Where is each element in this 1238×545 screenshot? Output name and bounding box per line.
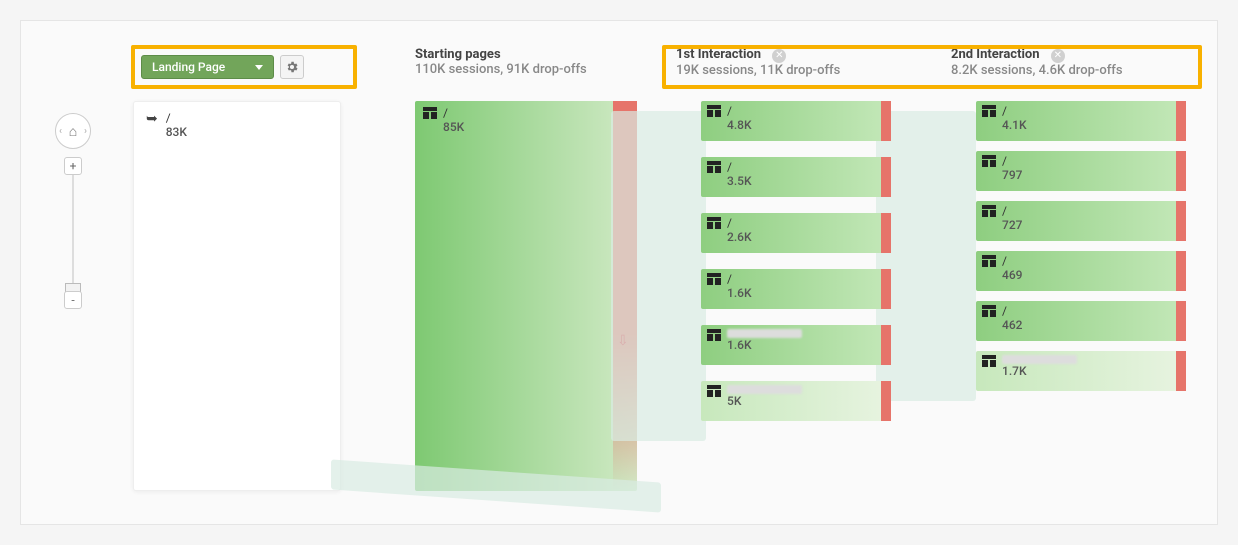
- starting-node[interactable]: / 85K ⇩: [415, 101, 637, 491]
- page-icon: [982, 205, 996, 217]
- page-icon: [707, 329, 721, 341]
- page-icon: [707, 105, 721, 117]
- dropoff-bar: [1176, 351, 1186, 391]
- flow-node[interactable]: /3.5K: [701, 157, 891, 197]
- page-icon: [423, 107, 437, 119]
- flow-node[interactable]: /4.1K: [976, 101, 1186, 141]
- home-icon: ⌂: [69, 123, 77, 140]
- flow-node[interactable]: /1.6K: [701, 269, 891, 309]
- through-traffic-icon: ➥: [146, 112, 158, 126]
- flow-node[interactable]: /797: [976, 151, 1186, 191]
- page-icon: [982, 255, 996, 267]
- flow-node[interactable]: 1.7K: [976, 351, 1186, 391]
- behavior-flow-viz[interactable]: Landing Page Starting pages 110K session…: [20, 20, 1218, 525]
- home-pan-button[interactable]: ‹ ⌂ ›: [55, 113, 91, 149]
- flow-node[interactable]: 5K: [701, 381, 891, 421]
- page-icon: [982, 155, 996, 167]
- dropoff-bar: [881, 381, 891, 421]
- col-header-starting: Starting pages 110K sessions, 91K drop-o…: [415, 47, 587, 77]
- page-icon: [982, 305, 996, 317]
- redacted-label: [1002, 355, 1077, 364]
- dropoff-bar: [881, 213, 891, 253]
- zoom-out-button[interactable]: -: [64, 291, 82, 309]
- remove-stage-button[interactable]: ✕: [772, 49, 786, 63]
- flow-node[interactable]: /2.6K: [701, 213, 891, 253]
- flow-node[interactable]: 1.6K: [701, 325, 891, 365]
- gear-icon: [285, 60, 299, 74]
- zoom-in-button[interactable]: +: [64, 157, 82, 175]
- flow-node[interactable]: /462: [976, 301, 1186, 341]
- dropoff-bar: [1176, 101, 1186, 141]
- page-icon: [707, 385, 721, 397]
- dimension-dropdown[interactable]: Landing Page: [141, 55, 274, 79]
- dropoff-bar: [881, 269, 891, 309]
- remove-stage-button[interactable]: ✕: [1051, 49, 1065, 63]
- chevron-down-icon: [255, 65, 263, 70]
- col-header-first: 1st Interaction ✕ 19K sessions, 11K drop…: [676, 47, 840, 78]
- flow-node[interactable]: /469: [976, 251, 1186, 291]
- col-header-second: 2nd Interaction ✕ 8.2K sessions, 4.6K dr…: [951, 47, 1123, 78]
- dropoff-bar: [1176, 301, 1186, 341]
- dropoff-bar: [1176, 151, 1186, 191]
- page-icon: [707, 217, 721, 229]
- flow-node[interactable]: /727: [976, 201, 1186, 241]
- dropoff-bar: [1176, 251, 1186, 291]
- dropoff-bar: [881, 101, 891, 141]
- dropoff-bar: [1176, 201, 1186, 241]
- dropoff-bar: [881, 157, 891, 197]
- dropoff-bar: [881, 325, 891, 365]
- dimension-label: Landing Page: [152, 60, 225, 74]
- redacted-label: [727, 385, 802, 394]
- flow-node[interactable]: /4.8K: [701, 101, 891, 141]
- zoom-slider-track[interactable]: [72, 175, 74, 285]
- chevron-right-icon: ›: [84, 126, 87, 137]
- page-icon: [982, 355, 996, 367]
- page-icon: [707, 161, 721, 173]
- flow-link: [611, 111, 706, 441]
- page-icon: [982, 105, 996, 117]
- page-icon: [707, 273, 721, 285]
- landing-node[interactable]: ➥ / 83K: [133, 101, 341, 491]
- flow-link: [876, 111, 976, 401]
- chevron-left-icon: ‹: [59, 126, 62, 137]
- settings-button[interactable]: [280, 55, 304, 79]
- redacted-label: [727, 329, 802, 338]
